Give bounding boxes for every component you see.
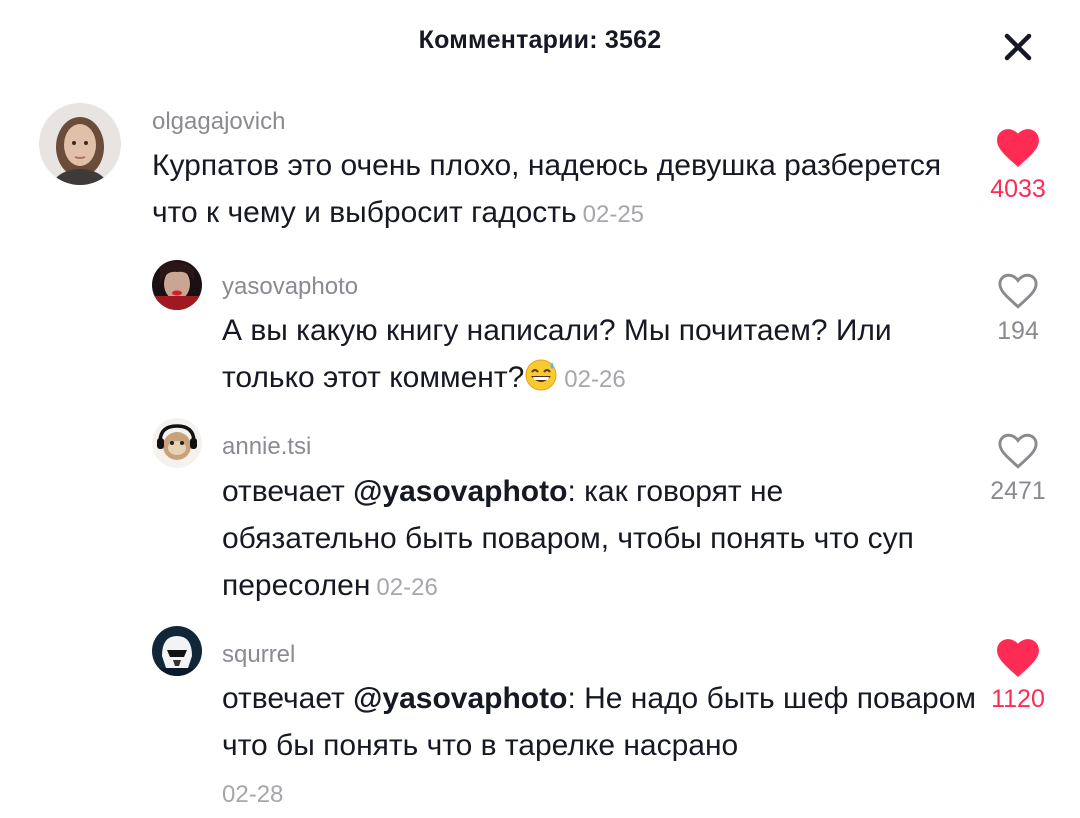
close-button[interactable] [995,24,1041,70]
like-button[interactable]: 194 [978,272,1058,346]
comment-date: 02-26 [564,366,626,393]
heart-outline-icon [998,273,1038,309]
comment-date: 02-25 [582,201,645,228]
like-count: 1120 [991,685,1045,713]
like-button[interactable]: 4033 [978,128,1058,204]
comment-text: Курпатов это очень плохо, надеюсь девушк… [152,142,952,238]
reply-prefix: отвечает [222,475,354,508]
comment-text: отвечает @yasovaphoto: как говорят не об… [222,468,962,611]
avatar[interactable] [152,626,202,676]
comment-username[interactable]: olgagajovich [152,108,285,136]
heart-outline-icon [998,433,1038,469]
like-count: 2471 [990,477,1046,505]
comment-body: Курпатов это очень плохо, надеюсь девушк… [152,149,942,229]
comment-text: отвечает @yasovaphoto: Не надо быть шеф … [222,675,982,818]
comment-username[interactable]: annie.tsi [222,433,311,461]
mention-link[interactable]: @yasovaphoto [353,475,567,508]
close-icon [1004,33,1032,61]
comment-date: 02-28 [222,781,284,808]
like-count: 194 [997,317,1039,345]
comment-username[interactable]: yasovaphoto [222,273,358,301]
like-button[interactable]: 2471 [978,432,1058,506]
heart-filled-icon [997,639,1039,678]
comment-date: 02-26 [376,574,438,601]
avatar[interactable] [152,418,202,468]
comments-header: Комментарии: 3562 [0,0,1080,90]
avatar[interactable] [39,103,121,185]
reply-prefix: отвечает [222,682,354,715]
like-button[interactable]: 1120 [978,638,1058,714]
avatar[interactable] [152,260,202,310]
mention-link[interactable]: @yasovaphoto [353,682,567,715]
heart-filled-icon [997,129,1039,168]
comments-count-title: Комментарии: 3562 [418,26,662,54]
like-count: 4033 [990,175,1046,203]
comment-text: А вы какую книгу написали? Мы почитаем? … [222,307,942,403]
grinning-sweat-emoji-icon [525,359,557,391]
comment-username[interactable]: squrrel [222,641,295,669]
